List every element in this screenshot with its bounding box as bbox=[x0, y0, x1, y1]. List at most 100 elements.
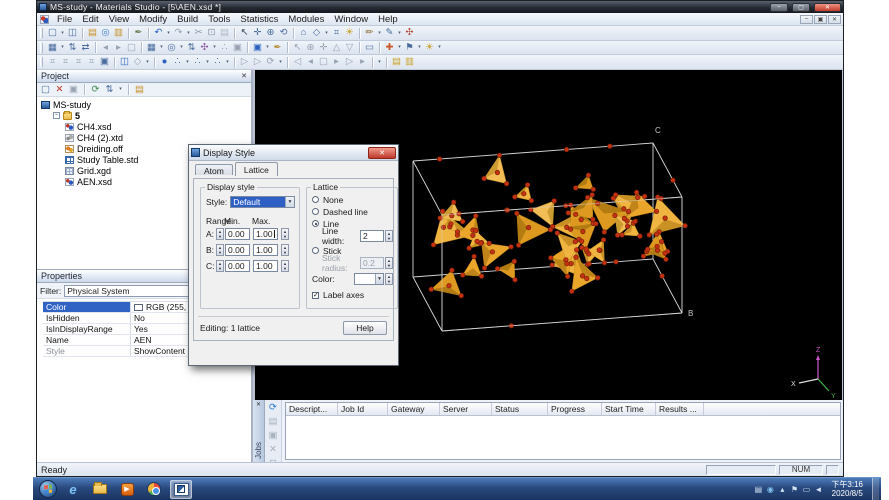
minimize-button[interactable]: – bbox=[770, 3, 788, 12]
delete-item-icon[interactable]: ✕ bbox=[54, 84, 66, 96]
move-tool-icon[interactable]: ✛ bbox=[318, 42, 330, 54]
server-console-icon[interactable]: ▣ bbox=[267, 430, 279, 442]
menu-item-window[interactable]: Window bbox=[329, 14, 373, 25]
range-min-field[interactable]: 0.00 bbox=[225, 244, 250, 256]
redo-icon[interactable]: ↷ bbox=[173, 27, 185, 39]
table-dropdown-icon[interactable]: ▾ bbox=[159, 42, 165, 54]
frame-stop-icon[interactable]: ▢ bbox=[318, 56, 330, 68]
stop-icon[interactable]: ▢ bbox=[126, 42, 138, 54]
min-spinner[interactable]: ▲▼ bbox=[216, 244, 224, 256]
cut-icon[interactable]: ✂ bbox=[193, 27, 205, 39]
sub-value-field[interactable]: 0.2 bbox=[360, 257, 384, 269]
copy-icon[interactable]: ⊡ bbox=[206, 27, 218, 39]
frame-play-icon[interactable]: ▷ bbox=[344, 56, 356, 68]
property-name[interactable]: IsHidden bbox=[43, 313, 131, 323]
title-bar[interactable]: MS-study - Materials Studio - [5\AEN.xsd… bbox=[37, 1, 843, 13]
select-tool-icon[interactable]: ↖ bbox=[292, 42, 304, 54]
previous-icon[interactable]: ◂ bbox=[100, 42, 112, 54]
menu-item-edit[interactable]: Edit bbox=[77, 14, 103, 25]
menu-item-view[interactable]: View bbox=[104, 14, 134, 25]
property-name[interactable]: Color bbox=[43, 302, 131, 312]
frame-first-icon[interactable]: ◁ bbox=[292, 56, 304, 68]
network-icon[interactable]: ▭ bbox=[802, 485, 810, 494]
project-close-icon[interactable]: ✕ bbox=[241, 72, 247, 80]
tree-item-ch4-xsd[interactable]: CH4.xsd bbox=[37, 121, 251, 132]
show-hidden-icons[interactable]: ▴ bbox=[778, 485, 786, 494]
style-select[interactable]: Default ▼ bbox=[230, 196, 295, 208]
color-spinner[interactable]: ▲▼ bbox=[385, 273, 393, 285]
job-column-server[interactable]: Server bbox=[440, 403, 492, 415]
help-button[interactable]: Help bbox=[343, 321, 387, 335]
sub-spinner[interactable]: ▲▼ bbox=[385, 257, 393, 269]
frame-forward-icon[interactable]: ▸ bbox=[331, 56, 343, 68]
taskbar-explorer[interactable] bbox=[89, 480, 111, 499]
dialog-title-bar[interactable]: Display Style ✕ bbox=[189, 145, 398, 161]
safety-center-icon[interactable]: ◉ bbox=[766, 485, 774, 494]
tree-expander-icon[interactable]: − bbox=[53, 112, 60, 119]
sort-project-icon[interactable]: ⇅ bbox=[104, 84, 116, 96]
lattice-option-dashed-line[interactable]: Dashed line bbox=[312, 206, 393, 217]
range-max-field[interactable]: 1.00 bbox=[253, 260, 278, 272]
new-dropdown-icon[interactable]: ▾ bbox=[60, 27, 66, 39]
frame-last-icon[interactable]: ▸ bbox=[357, 56, 369, 68]
bond-partial-icon[interactable]: ∴ bbox=[212, 56, 224, 68]
min-spinner[interactable]: ▲▼ bbox=[216, 228, 224, 240]
sketch-sphere-icon[interactable]: ● bbox=[159, 56, 171, 68]
perl-script-icon[interactable]: ✒ bbox=[133, 27, 145, 39]
selection-mode-icon[interactable]: ↖ bbox=[239, 27, 251, 39]
dialog-tab-lattice[interactable]: Lattice bbox=[235, 162, 278, 176]
range-min-field[interactable]: 0.00 bbox=[225, 260, 250, 272]
measure-icon[interactable]: ✎ bbox=[384, 27, 396, 39]
calculation-icon[interactable]: ▦ bbox=[47, 42, 59, 54]
refresh-project-icon[interactable]: ⟳ bbox=[90, 84, 102, 96]
display-dropdown-icon[interactable]: ▾ bbox=[437, 42, 443, 54]
function-dropdown-icon[interactable]: ▾ bbox=[212, 42, 218, 54]
refresh-jobs-icon[interactable]: ⟳ bbox=[267, 402, 279, 414]
range-max-field[interactable]: 1.00 bbox=[253, 228, 278, 240]
study-table-icon[interactable]: ▦ bbox=[146, 42, 158, 54]
redo-dropdown-icon[interactable]: ▾ bbox=[186, 27, 192, 39]
mdi-minimize-button[interactable]: – bbox=[800, 15, 813, 24]
bond-single-icon[interactable]: ∴ bbox=[172, 56, 184, 68]
symmetry-icon[interactable]: ◇ bbox=[132, 56, 144, 68]
close-button[interactable]: ✕ bbox=[814, 3, 841, 12]
view-dropdown-icon[interactable]: ▾ bbox=[324, 27, 330, 39]
anim-options-icon[interactable]: ▾ bbox=[377, 56, 383, 68]
view-orientation-icon[interactable]: ◇ bbox=[311, 27, 323, 39]
animation-dropdown-icon[interactable]: ▾ bbox=[278, 56, 284, 68]
color-style-icon[interactable]: ⚑ bbox=[404, 42, 416, 54]
filter-rows-icon[interactable]: ⇅ bbox=[186, 42, 198, 54]
sub-spinner[interactable]: ▲▼ bbox=[385, 230, 393, 242]
grid-all-icon[interactable]: ⌗ bbox=[86, 56, 98, 68]
lower-icon[interactable]: ▽ bbox=[344, 42, 356, 54]
color-select[interactable]: ▼ bbox=[354, 273, 384, 285]
min-spinner[interactable]: ▲▼ bbox=[216, 260, 224, 272]
menu-item-tools[interactable]: Tools bbox=[203, 14, 235, 25]
new-project-item-icon[interactable]: ▢ bbox=[40, 84, 52, 96]
style-dropdown-icon[interactable]: ▾ bbox=[397, 42, 403, 54]
max-spinner[interactable]: ▲▼ bbox=[281, 260, 289, 272]
new-document-icon[interactable]: ▢ bbox=[47, 27, 59, 39]
radio-icon[interactable] bbox=[312, 196, 319, 203]
taskbar-chrome[interactable] bbox=[143, 480, 165, 499]
menu-item-statistics[interactable]: Statistics bbox=[235, 14, 283, 25]
radio-icon[interactable] bbox=[312, 220, 319, 227]
job-column-results-[interactable]: Results ... bbox=[656, 403, 704, 415]
taskbar-ie[interactable]: e bbox=[62, 480, 84, 499]
tree-item-5[interactable]: −5 bbox=[37, 110, 251, 121]
sort-descending-icon[interactable]: ⇄ bbox=[80, 42, 92, 54]
sub-value-field[interactable]: 2 bbox=[360, 230, 384, 242]
color-dropdown-icon[interactable]: ▾ bbox=[417, 42, 423, 54]
bond-single-dropdown-icon[interactable]: ▾ bbox=[185, 56, 191, 68]
modules-icon[interactable]: ▣ bbox=[252, 42, 264, 54]
mdi-restore-button[interactable]: ▣ bbox=[814, 15, 827, 24]
label-axes-checkbox[interactable]: ✓ bbox=[312, 292, 319, 299]
menu-item-build[interactable]: Build bbox=[172, 14, 203, 25]
animation-doc-icon[interactable]: ▷ bbox=[239, 56, 251, 68]
jobs-tab[interactable]: Jobs bbox=[254, 442, 263, 459]
tree-item-ms-study[interactable]: MS-study bbox=[37, 99, 251, 110]
radio-icon[interactable] bbox=[312, 247, 319, 254]
dialog-tab-atom[interactable]: Atom bbox=[195, 164, 233, 175]
pan-icon[interactable]: ✛ bbox=[252, 27, 264, 39]
display-options-icon[interactable]: ☀ bbox=[424, 42, 436, 54]
